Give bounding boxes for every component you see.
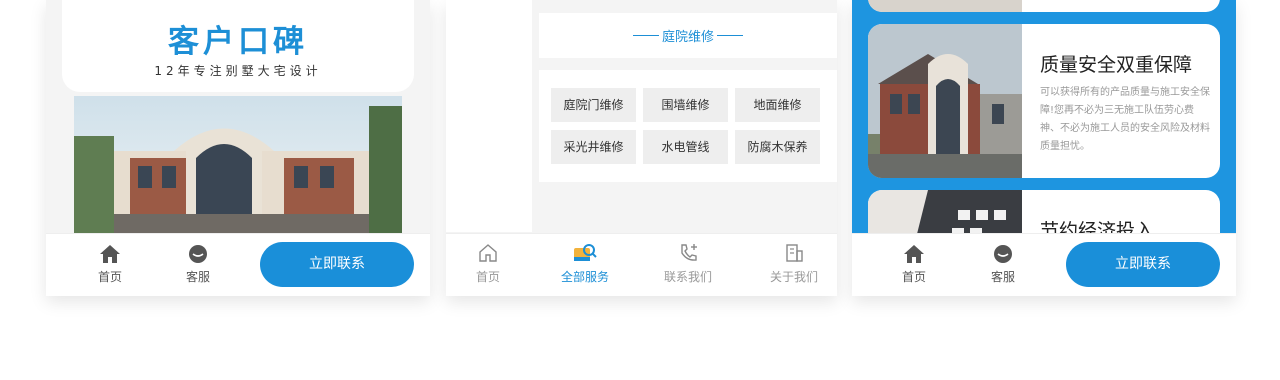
tab-all-services[interactable]: 全部服务 (553, 242, 617, 285)
service-chip[interactable]: 地面维修 (735, 88, 820, 122)
building-icon (786, 244, 803, 262)
category-sidebar (446, 0, 532, 232)
bottom-tabbar: 首页 客服 立即联系 (46, 233, 430, 296)
card-title: 客户口碑 (168, 24, 308, 60)
section-header: 庭院维修 (539, 13, 837, 58)
service-chip[interactable]: 庭院门维修 (551, 88, 636, 122)
tab-service-label: 客服 (185, 270, 210, 284)
tab-contact-label: 联系我们 (663, 270, 712, 284)
tab-all-services-label: 全部服务 (560, 270, 609, 284)
home-icon (100, 245, 120, 263)
services-icon (574, 244, 597, 261)
phone-screen-advantages: 质量安全双重保障 可以获得所有的产品质量与施工安全保障!您再不必为三无施工队伍劳… (852, 0, 1236, 296)
tab-home[interactable]: 首页 (80, 244, 140, 285)
phone-icon (681, 244, 697, 261)
contact-now-button[interactable]: 立即联系 (260, 242, 414, 287)
service-chip[interactable]: 水电管线 (643, 130, 728, 164)
tab-home[interactable]: 首页 (456, 242, 520, 285)
section-title: 庭院维修 (661, 30, 714, 45)
tab-home-label: 首页 (901, 270, 926, 284)
tab-service[interactable]: 客服 (168, 244, 228, 285)
service-grid: 庭院门维修 围墙维修 地面维修 采光井维修 水电管线 防腐木保养 (539, 70, 837, 182)
tab-about[interactable]: 关于我们 (762, 242, 826, 285)
service-chip[interactable]: 防腐木保养 (735, 130, 820, 164)
bottom-tabbar: 首页 客服 立即联系 (852, 233, 1236, 296)
reputation-card: 客户口碑 12年专注别墅大宅设计 (62, 0, 414, 92)
phone-screen-services: 庭院维修 庭院门维修 围墙维修 地面维修 采光井维修 水电管线 防腐木保养 首页… (446, 0, 837, 296)
contact-now-button[interactable]: 立即联系 (1066, 242, 1220, 287)
chat-face-icon (994, 245, 1012, 263)
feature-card-previous (868, 0, 1220, 12)
feature-image (868, 0, 1022, 12)
tab-home[interactable]: 首页 (884, 244, 944, 285)
service-chip[interactable]: 围墙维修 (643, 88, 728, 122)
feature-card: 质量安全双重保障 可以获得所有的产品质量与施工安全保障!您再不必为三无施工队伍劳… (868, 24, 1220, 178)
chat-face-icon (189, 245, 207, 263)
tab-service-label: 客服 (990, 270, 1015, 284)
feature-description: 可以获得所有的产品质量与施工安全保障!您再不必为三无施工队伍劳心费神、不必为施工… (1040, 87, 1210, 152)
header-line-right (717, 35, 743, 36)
phone-screen-testimonials: 客户口碑 12年专注别墅大宅设计 首页 客服 立即联系 (46, 0, 430, 296)
home-icon (904, 245, 924, 263)
tab-home-label: 首页 (97, 270, 122, 284)
card-subtitle: 12年专注别墅大宅设计 (154, 64, 322, 78)
villa-photo (74, 96, 402, 236)
tab-service[interactable]: 客服 (973, 244, 1033, 285)
home-outline-icon (479, 244, 497, 262)
service-chip[interactable]: 采光井维修 (551, 130, 636, 164)
tab-home-label: 首页 (475, 270, 500, 284)
bottom-tabbar: 首页 全部服务 联系我们 关于我们 (446, 233, 837, 296)
tab-contact[interactable]: 联系我们 (656, 242, 720, 285)
feature-title: 质量安全双重保障 (1040, 54, 1193, 76)
tab-about-label: 关于我们 (769, 270, 818, 284)
villa-photo (868, 24, 1022, 178)
